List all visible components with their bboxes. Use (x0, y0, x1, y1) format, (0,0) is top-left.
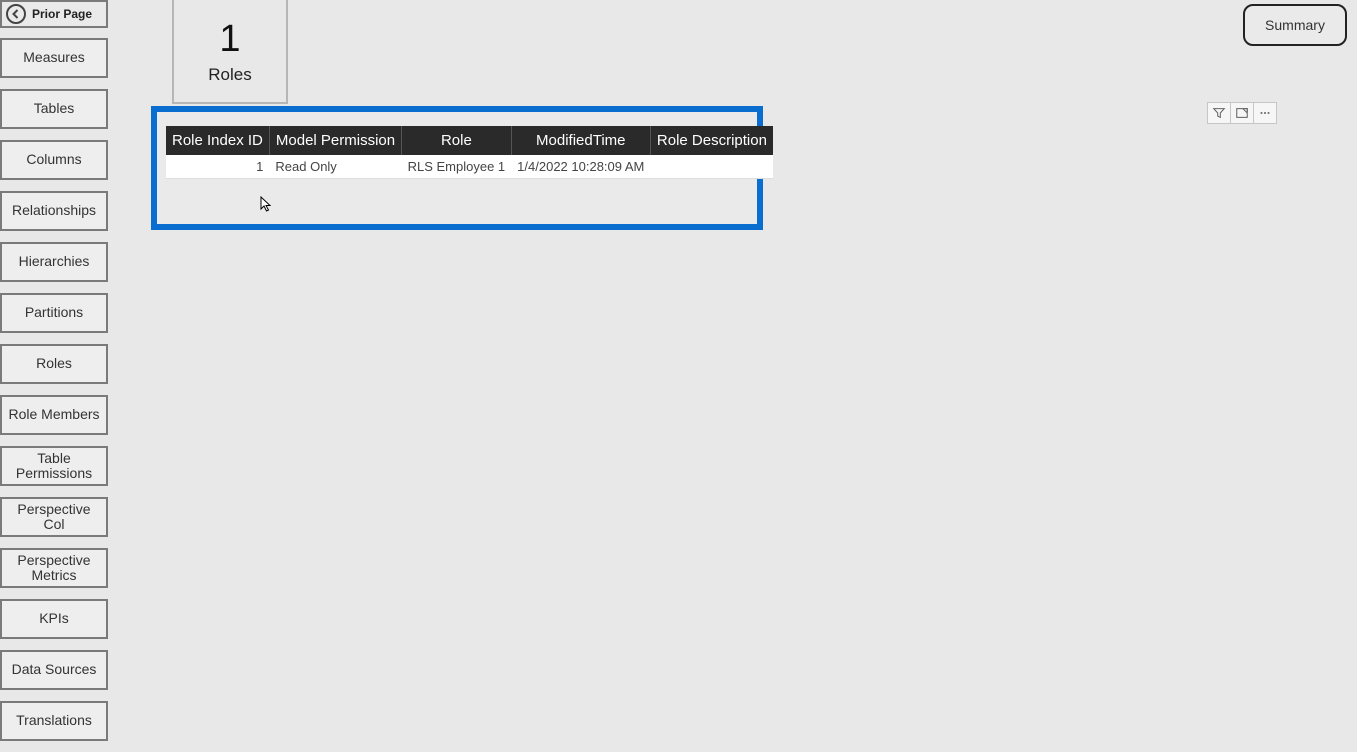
roles-count-label: Roles (208, 65, 251, 85)
nav-perspective-metrics[interactable]: Perspective Metrics (0, 548, 108, 588)
nav-perspective-col[interactable]: Perspective Col (0, 497, 108, 537)
col-model-permission[interactable]: Model Permission (269, 126, 401, 155)
table-header-row: Role Index ID Model Permission Role Modi… (166, 126, 773, 155)
nav-translations[interactable]: Translations (0, 701, 108, 741)
nav-label: Role Members (8, 407, 99, 422)
cell-role-index-id: 1 (166, 155, 269, 179)
nav-hierarchies[interactable]: Hierarchies (0, 242, 108, 282)
nav-partitions[interactable]: Partitions (0, 293, 108, 333)
nav-relationships[interactable]: Relationships (0, 191, 108, 231)
visual-toolbar (1208, 102, 1277, 124)
summary-label: Summary (1265, 17, 1325, 33)
nav-label: Measures (23, 50, 84, 65)
prior-page-button[interactable]: Prior Page (0, 0, 108, 28)
roles-count-card: 1 Roles (172, 0, 288, 104)
col-role[interactable]: Role (402, 126, 512, 155)
cell-role-description (650, 155, 773, 179)
col-role-index-id[interactable]: Role Index ID (166, 126, 269, 155)
nav-label: Partitions (25, 305, 83, 320)
nav-label: Hierarchies (19, 254, 90, 269)
roles-count-value: 1 (219, 18, 240, 61)
nav-data-sources[interactable]: Data Sources (0, 650, 108, 690)
nav-columns[interactable]: Columns (0, 140, 108, 180)
nav-kpis[interactable]: KPIs (0, 599, 108, 639)
nav-role-members[interactable]: Role Members (0, 395, 108, 435)
focus-mode-icon[interactable] (1230, 102, 1254, 124)
nav-label: KPIs (39, 611, 69, 626)
cell-model-permission: Read Only (269, 155, 401, 179)
nav-label: Relationships (12, 203, 96, 218)
table-row[interactable]: 1 Read Only RLS Employee 1 1/4/2022 10:2… (166, 155, 773, 179)
prior-page-label: Prior Page (32, 7, 92, 21)
cell-role: RLS Employee 1 (402, 155, 512, 179)
nav-measures[interactable]: Measures (0, 38, 108, 78)
summary-button[interactable]: Summary (1243, 4, 1347, 46)
nav-label: Columns (26, 152, 81, 167)
sidebar: Prior Page Measures Tables Columns Relat… (0, 0, 112, 752)
nav-tables[interactable]: Tables (0, 89, 108, 129)
more-options-icon[interactable] (1253, 102, 1277, 124)
roles-table-container: Role Index ID Model Permission Role Modi… (151, 106, 763, 230)
cell-modified-time: 1/4/2022 10:28:09 AM (511, 155, 650, 179)
nav-label: Roles (36, 356, 72, 371)
col-modified-time[interactable]: ModifiedTime (511, 126, 650, 155)
nav-label: Tables (34, 101, 74, 116)
filter-icon[interactable] (1207, 102, 1231, 124)
roles-table[interactable]: Role Index ID Model Permission Role Modi… (166, 126, 773, 179)
nav-label: Data Sources (12, 662, 97, 677)
nav-table-permissions[interactable]: Table Permissions (0, 446, 108, 486)
nav-roles[interactable]: Roles (0, 344, 108, 384)
nav-label: Table Permissions (5, 451, 103, 482)
nav-label: Perspective Col (5, 502, 103, 533)
nav-label: Translations (16, 713, 92, 728)
nav-label: Perspective Metrics (5, 553, 103, 584)
back-arrow-icon (6, 4, 26, 24)
col-role-description[interactable]: Role Description (650, 126, 773, 155)
